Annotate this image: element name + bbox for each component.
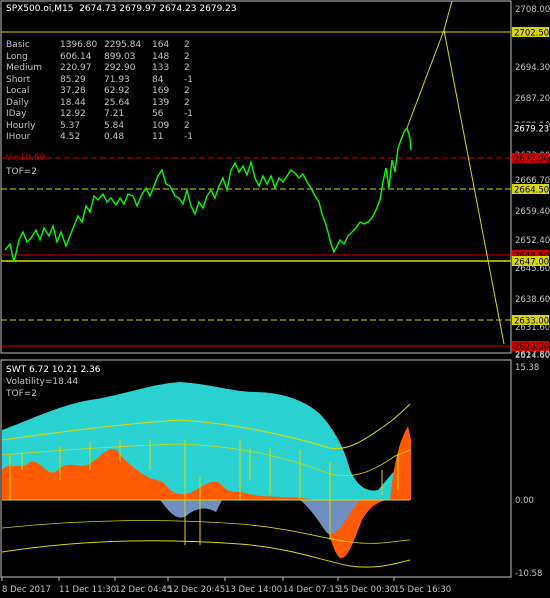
- stats-cell-c: 133: [152, 63, 170, 73]
- stats-cell-label: IHour: [6, 132, 31, 142]
- price-tag: 2620.00: [512, 341, 549, 353]
- stats-row: Short 85.29 71.93 84 -1: [6, 75, 204, 87]
- stats-row: Basic 1396.80 2295.84 164 2: [6, 40, 204, 52]
- stats-cell-a: 220.97: [60, 63, 92, 73]
- time-axis-label: 15 Dec 00:30: [338, 585, 395, 595]
- stats-cell-b: 62.92: [104, 86, 130, 96]
- v-value: V=10.69: [6, 153, 46, 163]
- stats-cell-c: 139: [152, 97, 170, 108]
- price-tag-label: 2633.00: [514, 317, 549, 327]
- stats-cell-b: 71.93: [104, 74, 130, 85]
- stats-cell-label: Long: [6, 51, 28, 62]
- price-tag: 2672.00: [512, 153, 549, 165]
- time-axis-label: 12 Dec 20:45: [168, 585, 225, 595]
- stats-cell-a: 18.44: [60, 97, 86, 108]
- stats-row: Local 37.28 62.92 169 2: [6, 86, 204, 98]
- stats-cell-label: Medium: [6, 63, 42, 73]
- price-axis-label: 2659.40: [515, 207, 550, 217]
- stats-cell-b: 7.21: [104, 109, 125, 119]
- stats-cell-a: 606.14: [60, 51, 92, 62]
- stats-cell-c: 148: [152, 51, 170, 62]
- stats-cell-a: 5.37: [60, 120, 81, 131]
- price-tag-label: 2672.00: [514, 155, 549, 165]
- stats-cell-label: Daily: [6, 97, 29, 108]
- stats-cell-a: 4.52: [60, 132, 81, 142]
- stats-cell-c: 56: [152, 109, 164, 119]
- indicator-axis-label: 15.38: [515, 363, 539, 373]
- price-tag: 2702.50: [512, 27, 549, 39]
- stats-row: IDay 12.92 7.21 56 -1: [6, 109, 204, 121]
- stats-cell-label: IDay: [6, 109, 27, 119]
- price-tag-label: 2664.50: [514, 186, 549, 196]
- stats-row: Long 606.14 899.03 148 2: [6, 52, 204, 64]
- stats-table: Basic 1396.80 2295.84 164 2 Long 606.14 899.03 1…: [6, 40, 204, 144]
- price-tag: 2633.00: [512, 315, 549, 327]
- price-axis-label: 2708.00: [515, 5, 550, 15]
- price-axis-label: 2687.20: [515, 94, 550, 104]
- stats-cell-b: 2295.84: [104, 40, 142, 50]
- symbol-info: SPX500.oi,M15 2674.73 2679.97 2674.23 26…: [6, 4, 237, 14]
- stats-cell-label: Hourly: [6, 120, 36, 131]
- price-tag-label: 2702.50: [514, 29, 549, 39]
- stats-cell-a: 12.92: [60, 109, 86, 119]
- stats-cell-c: 169: [152, 86, 170, 96]
- price-tag-label: 2647.00: [514, 258, 549, 268]
- stats-cell-d: 2: [184, 86, 190, 96]
- time-axis-label: 11 Dec 11:30: [59, 585, 116, 595]
- time-axis-label: 12 Dec 04:45: [115, 585, 172, 595]
- price-tag: 2647.00: [512, 256, 549, 268]
- time-axis-label: 13 Dec 14:00: [225, 585, 282, 595]
- stats-cell-d: 2: [184, 63, 190, 73]
- price-tag: 2679.23: [512, 123, 549, 135]
- stats-cell-a: 85.29: [60, 74, 86, 85]
- stats-row: Daily 18.44 25.64 139 2: [6, 98, 204, 110]
- stats-cell-label: Basic: [6, 40, 30, 50]
- indicator-axis: 15.38 0.00 -10.58: [515, 363, 542, 579]
- stats-cell-c: 84: [152, 74, 164, 85]
- stats-cell-d: -1: [184, 74, 193, 85]
- stats-cell-label: Short: [6, 74, 31, 85]
- stats-cell-c: 11: [152, 132, 164, 142]
- price-tag-label: 2679.23: [514, 125, 549, 135]
- stats-cell-d: 2: [184, 51, 190, 62]
- stats-cell-b: 0.48: [104, 132, 125, 142]
- stats-row: Medium 220.97 292.90 133 2: [6, 63, 204, 75]
- indicator-volatility: Volatility=18.44: [6, 377, 79, 387]
- stats-cell-c: 109: [152, 120, 170, 131]
- time-axis-label: 15 Dec 16:30: [394, 585, 451, 595]
- time-axis: 8 Dec 2017 11 Dec 11:3012 Dec 04:4512 Dec…: [1, 577, 451, 595]
- stats-cell-c: 164: [152, 40, 170, 50]
- stats-row: Hourly 5.37 5.84 109 2: [6, 121, 204, 133]
- price-tag: 2664.50: [512, 184, 549, 196]
- indicator-axis-label: -10.58: [515, 569, 542, 579]
- stats-cell-b: 899.03: [104, 51, 136, 62]
- stats-cell-b: 5.84: [104, 120, 125, 131]
- stats-cell-b: 25.64: [104, 97, 130, 108]
- stats-cell-d: -1: [184, 132, 193, 142]
- price-axis: 2708.002694.302687.202680.102673.002666.…: [515, 5, 550, 361]
- price-axis-label: 2652.40: [515, 236, 550, 246]
- stats-cell-a: 1396.80: [60, 40, 98, 50]
- indicator-tof: TOF=2: [6, 389, 38, 399]
- stats-cell-b: 292.90: [104, 63, 136, 73]
- price-axis-label: 2638.60: [515, 295, 550, 305]
- tof-main: TOF=2: [6, 167, 38, 177]
- stats-cell-d: -1: [184, 109, 193, 119]
- indicator-title: SWT 6.72 10.21 2.36: [6, 365, 101, 375]
- time-axis-label: 8 Dec 2017: [2, 585, 51, 595]
- price-axis-label: 2694.30: [515, 63, 550, 73]
- price-tag-label: 2620.00: [514, 343, 549, 353]
- stats-row: IHour 4.52 0.48 11 -1: [6, 132, 204, 144]
- indicator-axis-label: 0.00: [515, 496, 534, 506]
- stats-cell-d: 2: [184, 120, 190, 131]
- stats-cell-d: 2: [184, 97, 190, 108]
- stats-cell-label: Local: [6, 86, 30, 96]
- stats-cell-d: 2: [184, 40, 190, 50]
- stats-cell-a: 37.28: [60, 86, 86, 96]
- time-axis-label: 14 Dec 07:15: [283, 585, 340, 595]
